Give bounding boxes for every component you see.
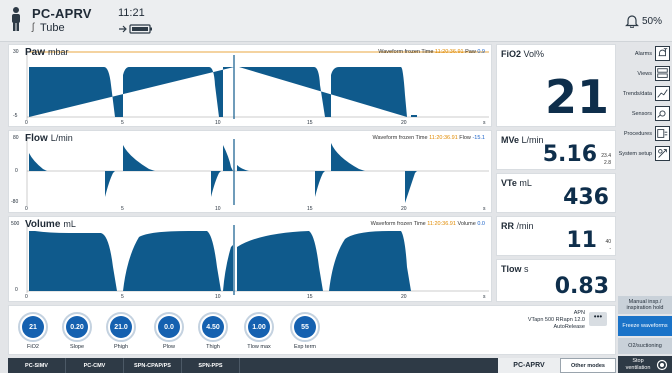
freeze-waveforms-button[interactable]: Freeze waveforms bbox=[618, 316, 672, 336]
mode-tab-bar: PC-SIMV PC-CMV SPN-CPAP/PS SPN-PPS PC-AP… bbox=[8, 358, 616, 373]
alarm-volume[interactable]: 50% bbox=[642, 16, 662, 27]
y-min-label: 0 bbox=[15, 287, 18, 293]
sidebar-item-procedures[interactable]: Procedures bbox=[620, 124, 672, 144]
tab-pc-cmv[interactable]: PC-CMV bbox=[66, 358, 124, 373]
param-vte[interactable]: VTe mL 436 bbox=[496, 173, 616, 213]
param-value: 21 bbox=[544, 70, 609, 124]
alarms-icon bbox=[655, 46, 670, 61]
stop-ventilation-button[interactable]: Stop ventilation bbox=[618, 356, 672, 373]
control-slope[interactable]: 0.20 Slope bbox=[61, 312, 93, 350]
system-setup-icon bbox=[655, 146, 670, 161]
other-modes-button[interactable]: Other modes bbox=[560, 358, 616, 373]
waveform-title: Flow L/min bbox=[25, 133, 73, 144]
sidebar-item-alarms[interactable]: Alarms bbox=[620, 44, 672, 64]
top-bar: PC-APRV ʃ Tube 11:21 50% bbox=[0, 0, 672, 42]
param-limit-low: 2.8 bbox=[604, 160, 611, 166]
param-rr[interactable]: RR /min 11 40 - bbox=[496, 216, 616, 256]
battery-icon bbox=[119, 24, 152, 34]
procedures-icon bbox=[655, 126, 670, 141]
apnea-more-button[interactable]: ••• bbox=[589, 312, 607, 326]
y-min-label: -80 bbox=[11, 199, 19, 205]
views-icon bbox=[655, 66, 670, 81]
y-min-label: -5 bbox=[13, 113, 18, 119]
sidebar-item-views[interactable]: Views bbox=[620, 64, 672, 84]
paw-waveform bbox=[26, 51, 489, 120]
waveform-info: Waveform frozen Time 11:20:36.91 Flow -1… bbox=[372, 135, 485, 141]
control-phigh[interactable]: 21.0 Phigh bbox=[105, 312, 137, 350]
clock: 11:21 bbox=[118, 7, 145, 19]
y-max-label: 30 bbox=[13, 49, 19, 55]
trends-icon bbox=[655, 86, 670, 101]
therapy-controls: 21 FiO2 0.20 Slope 21.0 Phigh 0.0 Plow 4… bbox=[8, 305, 616, 355]
paw-waveform-panel: Paw mbar Waveform frozen Time 11:20:36.91… bbox=[8, 44, 492, 127]
o2-suctioning-button[interactable]: O2/suctioning bbox=[618, 338, 672, 354]
ventilation-mode-title[interactable]: PC-APRV bbox=[32, 6, 92, 21]
sidebar-item-sensors[interactable]: Sensors bbox=[620, 104, 672, 124]
param-fio2[interactable]: FiO2 Vol% 21 bbox=[496, 44, 616, 127]
flow-waveform-panel: Flow L/min Waveform frozen Time 11:20:36.… bbox=[8, 130, 492, 213]
param-value: 11 bbox=[566, 228, 597, 253]
waveform-title: Paw mbar bbox=[25, 47, 69, 58]
y-zero-label: 0 bbox=[15, 168, 18, 174]
flow-waveform bbox=[26, 137, 489, 206]
waveform-title: Volume mL bbox=[25, 219, 76, 230]
x-axis: 0 5 10 15 20 s bbox=[25, 120, 486, 126]
sidebar-item-trends[interactable]: Trends/data bbox=[620, 84, 672, 104]
patient-interface[interactable]: Tube bbox=[40, 22, 65, 34]
sensors-icon bbox=[655, 106, 670, 121]
tab-spn-pps[interactable]: SPN-PPS bbox=[182, 358, 240, 373]
param-value: 5.16 bbox=[542, 142, 597, 167]
waveform-info: Waveform frozen Time 11:20:36.91 Paw 0.9 bbox=[378, 49, 485, 55]
control-fio2[interactable]: 21 FiO2 bbox=[17, 312, 49, 350]
manual-inspiration-button[interactable]: Manual insp./ inspiration hold bbox=[618, 296, 672, 314]
bell-icon[interactable] bbox=[625, 14, 639, 28]
param-mve[interactable]: MVe L/min 5.16 23.4 2.8 bbox=[496, 130, 616, 170]
apnea-backup-info[interactable]: APN VTapn 500 RRapn 12.0 AutoRelease bbox=[528, 310, 585, 331]
control-thigh[interactable]: 4.50 Thigh bbox=[197, 312, 229, 350]
tab-pc-aprv[interactable]: PC-APRV bbox=[498, 358, 560, 373]
power-icon bbox=[656, 359, 668, 370]
param-value: 436 bbox=[563, 185, 609, 210]
control-tlow-max[interactable]: 1.00 Tlow max bbox=[243, 312, 275, 350]
param-limit-high: 23.4 bbox=[601, 153, 611, 159]
y-max-label: 80 bbox=[13, 135, 19, 141]
x-axis: 0 5 10 15 20 s bbox=[25, 206, 486, 212]
control-exp-term[interactable]: 55 Exp term bbox=[289, 312, 321, 350]
volume-waveform-panel: Volume mL Waveform frozen Time 11:20:36.9… bbox=[8, 216, 492, 302]
volume-waveform bbox=[26, 223, 489, 295]
control-plow[interactable]: 0.0 Plow bbox=[153, 312, 185, 350]
param-limit-low: - bbox=[609, 246, 611, 252]
tab-pc-simv[interactable]: PC-SIMV bbox=[8, 358, 66, 373]
param-tlow[interactable]: Tlow s 0.83 bbox=[496, 259, 616, 302]
patient-icon bbox=[12, 7, 20, 31]
sidebar-item-system-setup[interactable]: System setup bbox=[619, 144, 672, 164]
x-axis: 0 5 10 15 20 s bbox=[25, 294, 486, 300]
waveform-info: Waveform frozen Time 11:20:36.91 Volume … bbox=[370, 221, 485, 227]
y-max-label: 500 bbox=[11, 221, 20, 227]
tab-spn-cpap-ps[interactable]: SPN-CPAP/PS bbox=[124, 358, 182, 373]
param-value: 0.83 bbox=[554, 274, 609, 299]
tube-icon: ʃ bbox=[32, 22, 35, 33]
param-limit-high: 40 bbox=[605, 239, 611, 245]
